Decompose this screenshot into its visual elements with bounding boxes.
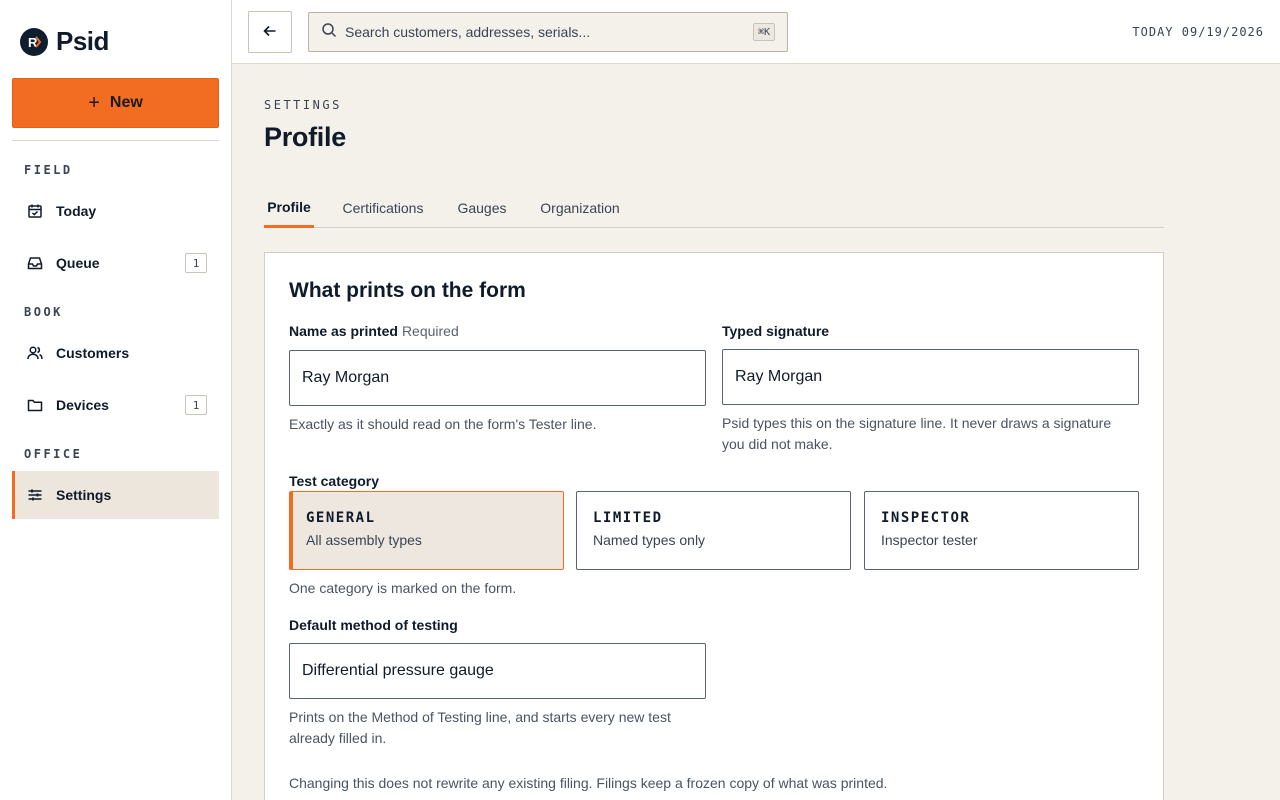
settings-tabs: Profile Certifications Gauges Organizati… [264, 188, 1164, 228]
tab-profile[interactable]: Profile [264, 188, 314, 228]
sidebar-item-settings[interactable]: Settings [12, 471, 219, 519]
category-option-limited[interactable]: LIMITED Named types only [576, 491, 851, 570]
method-help-line-2: already filled in. [289, 730, 387, 746]
calendar-check-icon [26, 202, 44, 220]
page-title: Profile [264, 122, 346, 152]
signature-label: Typed signature [722, 323, 830, 339]
new-button[interactable]: + New [12, 78, 219, 128]
name-label: Name as printed Required [289, 323, 459, 339]
plus-icon: + [88, 92, 100, 114]
users-icon [26, 344, 44, 362]
section-label-field: FIELD [24, 163, 73, 177]
tab-certifications[interactable]: Certifications [338, 188, 428, 228]
page-eyebrow: SETTINGS [264, 98, 342, 112]
name-label-text: Name as printed [289, 323, 398, 339]
section-label-book: BOOK [24, 305, 63, 319]
profile-form-card: What prints on the form Name as printed R… [264, 252, 1164, 800]
sidebar-item-label: Customers [56, 345, 130, 361]
sidebar-item-label: Queue [56, 255, 100, 271]
new-button-label: New [109, 94, 143, 111]
footer-note: Changing this does not rewrite any exist… [289, 775, 888, 791]
brand-name: Psid [56, 26, 109, 56]
folder-icon [26, 396, 44, 414]
required-marker: Required [401, 323, 459, 339]
topbar: ⌘K TODAY 09/19/2026 [232, 0, 1280, 64]
name-as-printed-input[interactable] [289, 350, 706, 406]
category-desc: All assembly types [306, 532, 422, 548]
card-title: What prints on the form [289, 279, 526, 302]
sidebar-item-label: Devices [56, 397, 109, 413]
category-option-inspector[interactable]: INSPECTOR Inspector tester [864, 491, 1139, 570]
sidebar-item-label: Today [56, 203, 97, 219]
category-name: INSPECTOR [881, 510, 971, 526]
category-option-general[interactable]: GENERAL All assembly types [289, 491, 564, 570]
tab-organization[interactable]: Organization [536, 188, 624, 228]
category-help-text: One category is marked on the form. [289, 580, 517, 596]
default-method-input[interactable] [289, 643, 706, 699]
queue-count-badge: 1 [185, 253, 207, 273]
sidebar-item-label: Settings [56, 487, 112, 503]
sidebar-item-customers[interactable]: Customers [12, 329, 219, 377]
tab-gauges[interactable]: Gauges [456, 188, 508, 228]
today-date: TODAY 09/19/2026 [1132, 25, 1264, 39]
psid-logo-icon: R [20, 27, 48, 56]
sidebar-item-queue[interactable]: Queue 1 [12, 239, 219, 287]
search-icon [321, 22, 337, 43]
sliders-icon [26, 486, 44, 504]
back-button[interactable] [248, 11, 292, 53]
typed-signature-input[interactable] [722, 349, 1139, 405]
name-help-text: Exactly as it should read on the form's … [289, 416, 597, 432]
category-name: LIMITED [593, 510, 663, 526]
search-bar[interactable]: ⌘K [308, 12, 788, 52]
category-desc: Inspector tester [881, 532, 978, 548]
sidebar-item-today[interactable]: Today [12, 187, 219, 235]
signature-help-line-1: Psid types this on the signature line. I… [722, 415, 1112, 431]
devices-count-badge: 1 [185, 395, 207, 415]
method-help-line-1: Prints on the Method of Testing line, an… [289, 709, 671, 725]
sidebar: R Psid + New FIELD Today Queue 1 BOOK Cu… [0, 0, 232, 800]
search-shortcut-hint: ⌘K [752, 23, 775, 41]
sidebar-divider [12, 140, 219, 141]
arrow-left-icon [263, 24, 277, 41]
category-desc: Named types only [593, 532, 706, 548]
section-label-office: OFFICE [24, 447, 83, 461]
category-name: GENERAL [306, 510, 376, 526]
method-label: Default method of testing [289, 617, 458, 633]
search-input[interactable] [345, 24, 735, 40]
test-category-label: Test category [289, 473, 379, 489]
signature-help-line-2: you did not make. [722, 436, 833, 452]
sidebar-item-devices[interactable]: Devices 1 [12, 381, 219, 429]
inbox-icon [26, 254, 44, 272]
brand[interactable]: R Psid [20, 26, 109, 57]
